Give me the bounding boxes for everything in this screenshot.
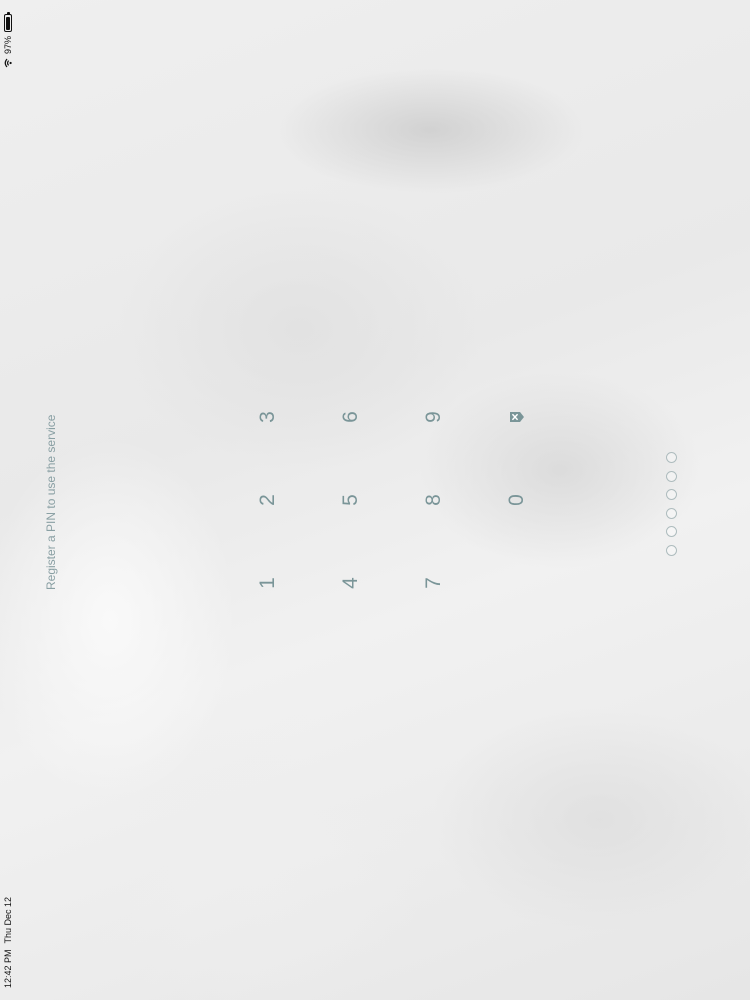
delete-button[interactable] (497, 387, 537, 447)
key-8-button[interactable]: 8 (414, 470, 454, 530)
key-4-button[interactable]: 4 (331, 553, 371, 613)
pin-dot (666, 508, 677, 519)
key-7-button[interactable]: 7 (414, 553, 454, 613)
key-2-button[interactable]: 2 (248, 470, 288, 530)
key-1-button[interactable]: 1 (248, 553, 288, 613)
key-0-button[interactable]: 0 (497, 470, 537, 530)
pin-dots (666, 452, 677, 556)
key-6-button[interactable]: 6 (331, 387, 371, 447)
key-9-button[interactable]: 9 (414, 387, 454, 447)
pin-dot (666, 526, 677, 538)
delete-icon (509, 410, 525, 424)
pin-dot (666, 471, 677, 482)
pin-prompt: Register a PIN to use the service (44, 414, 58, 590)
key-5-button[interactable]: 5 (331, 470, 371, 530)
key-3-button[interactable]: 3 (248, 387, 288, 447)
pin-entry-panel: Register a PIN to use the service 1 2 3 … (0, 0, 750, 1000)
pin-dot (666, 545, 677, 556)
pin-dot (666, 452, 677, 464)
pin-dot (666, 489, 677, 501)
